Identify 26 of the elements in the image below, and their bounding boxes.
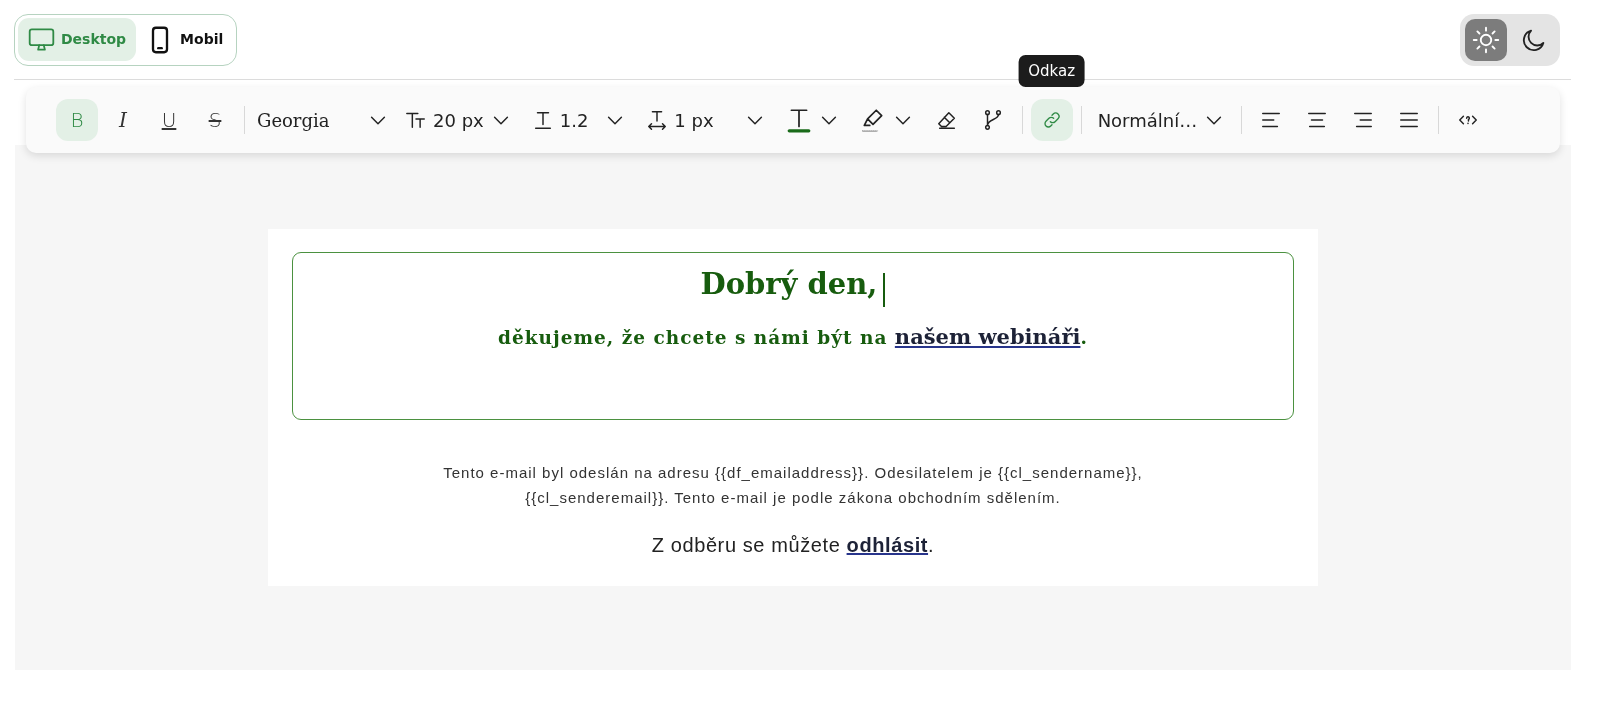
- sun-icon: [1472, 26, 1500, 54]
- footer-note: Tento e-mail byl odeslán na adresu {{df_emailaddress}}. Odesilatelem je {{cl_sendername}}, {{cl_senderemail}}. Tento e-mail je podle zákona obchodním sdělením.: [442, 463, 1144, 508]
- text-color-icon: [785, 107, 812, 133]
- monitor-icon: [28, 26, 55, 53]
- desktop-view-button[interactable]: Desktop: [18, 18, 137, 61]
- format-button[interactable]: I: [102, 99, 144, 141]
- webinar-link[interactable]: našem webináři: [894, 323, 1081, 349]
- unsubscribe-text: Z odběru se můžete odhlásit.: [650, 533, 936, 558]
- link-icon: [1041, 110, 1062, 130]
- format-button[interactable]: B: [56, 99, 98, 141]
- format-button[interactable]: S: [194, 99, 236, 141]
- letter-spacing-icon: [646, 109, 669, 131]
- font-select[interactable]: Georgia: [253, 99, 393, 141]
- dropdown-select[interactable]: Normální…: [1089, 99, 1234, 141]
- dropdown-select[interactable]: 20 px: [397, 99, 520, 141]
- greeting-heading: Dobrý den,: [700, 266, 878, 303]
- format-button[interactable]: U: [148, 99, 190, 141]
- dropdown-select[interactable]: 1 px: [638, 99, 774, 141]
- intro-text: děkujeme, že chcete s námi být na našem webináři.: [497, 322, 1089, 351]
- link-button[interactable]: [1030, 99, 1073, 141]
- unsubscribe-link[interactable]: odhlásit: [846, 534, 929, 556]
- tooltip: Odkaz: [1018, 54, 1086, 87]
- light-theme-button[interactable]: [1465, 19, 1507, 61]
- dropdown-select[interactable]: 1.2: [523, 99, 635, 141]
- mobile-view-button[interactable]: Mobil: [136, 18, 234, 61]
- eraser-icon: [935, 109, 958, 131]
